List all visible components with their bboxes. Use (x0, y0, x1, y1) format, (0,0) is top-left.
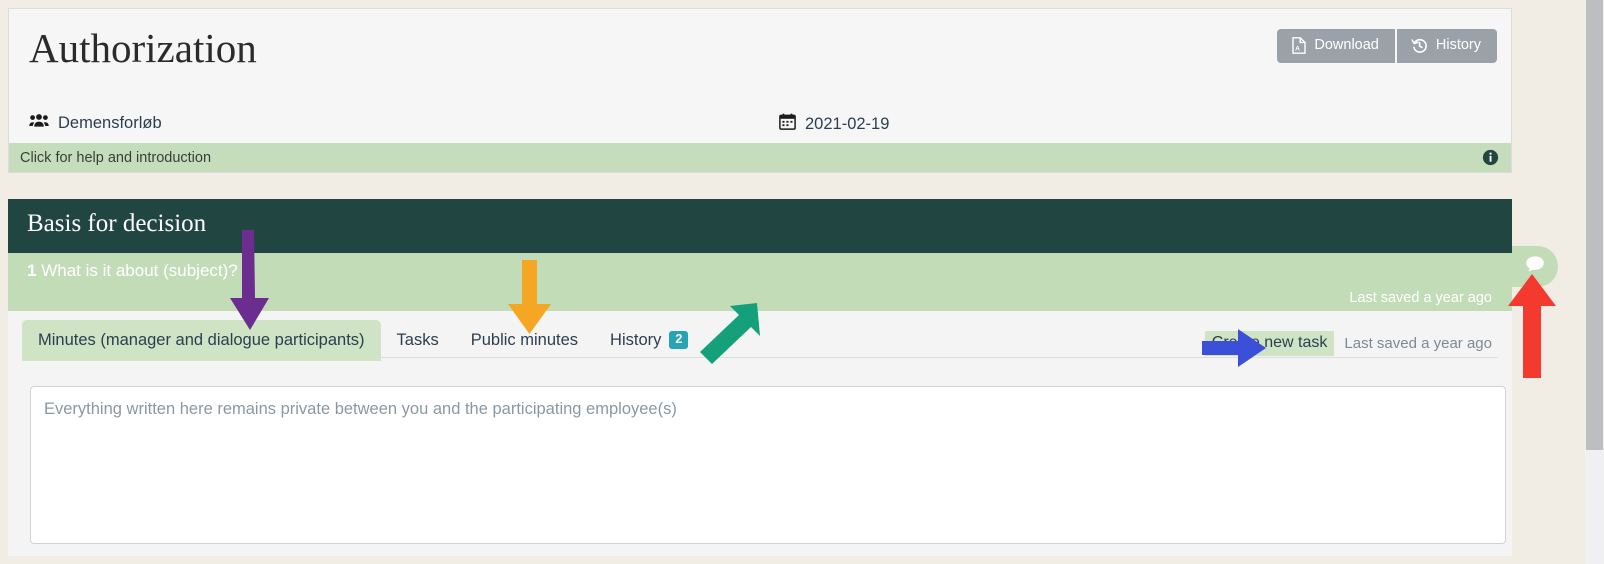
tab-public-minutes-label: Public minutes (470, 331, 579, 349)
minutes-editor-wrapper (30, 386, 1506, 544)
header-actions: A Download History (1277, 29, 1497, 63)
create-new-task-button[interactable]: Create new task (1204, 331, 1335, 357)
help-bar-label: Click for help and introduction (20, 149, 212, 166)
panel-header: Basis for decision (8, 199, 1512, 253)
calendar-icon (779, 113, 796, 135)
authorization-header-card: Authorization A Download History Demensf… (8, 8, 1512, 173)
question-label: 1 What is it about (subject)? (27, 261, 238, 281)
file-pdf-icon: A (1291, 37, 1307, 54)
question-text: What is it about (subject)? (41, 261, 238, 280)
panel-title: Basis for decision (27, 210, 207, 237)
band-last-saved: Last saved a year ago (1349, 290, 1492, 306)
tabs-row: Minutes (manager and dialogue participan… (8, 311, 1512, 363)
basis-for-decision-panel: Basis for decision 1 What is it about (s… (8, 199, 1558, 556)
page-scrollbar-track[interactable] (1585, 0, 1604, 564)
tab-list: Minutes (manager and dialogue participan… (22, 319, 704, 361)
page-scrollbar-thumb[interactable] (1586, 0, 1603, 450)
minutes-textarea[interactable] (30, 386, 1506, 544)
help-bar[interactable]: Click for help and introduction (9, 143, 1511, 172)
tab-history-label: History (610, 330, 662, 349)
download-button-label: Download (1314, 37, 1379, 54)
tab-tasks-label: Tasks (396, 331, 439, 349)
tab-minutes[interactable]: Minutes (manager and dialogue participan… (22, 320, 381, 361)
download-button[interactable]: A Download (1277, 29, 1395, 63)
question-number: 1 (27, 261, 37, 280)
date-meta: 2021-02-19 (779, 113, 889, 135)
tab-history[interactable]: History 2 (594, 319, 704, 361)
page-title: Authorization (29, 25, 257, 71)
toolbar-last-saved: Last saved a year ago (1344, 335, 1492, 353)
group-name: Demensforløb (58, 113, 162, 132)
tab-public-minutes[interactable]: Public minutes (455, 320, 594, 361)
question-band: 1 What is it about (subject)? Last saved… (8, 253, 1512, 311)
history-button[interactable]: History (1396, 29, 1497, 63)
page-root: Authorization A Download History Demensf… (0, 0, 1580, 564)
info-circle-icon[interactable] (1482, 149, 1499, 166)
tab-tasks[interactable]: Tasks (381, 320, 455, 361)
tab-history-badge: 2 (669, 331, 689, 349)
history-clock-icon (1411, 37, 1428, 54)
tab-minutes-label: Minutes (manager and dialogue participan… (38, 331, 365, 349)
svg-text:A: A (1295, 45, 1300, 52)
tabs-right-actions: Create new task Last saved a year ago (1204, 331, 1492, 357)
group-meta: Demensforløb (29, 113, 162, 133)
chat-tab[interactable] (1512, 246, 1558, 287)
comment-bubble-icon (1525, 255, 1545, 278)
history-button-label: History (1435, 37, 1481, 54)
date-value: 2021-02-19 (805, 114, 890, 133)
users-group-icon (29, 113, 49, 133)
